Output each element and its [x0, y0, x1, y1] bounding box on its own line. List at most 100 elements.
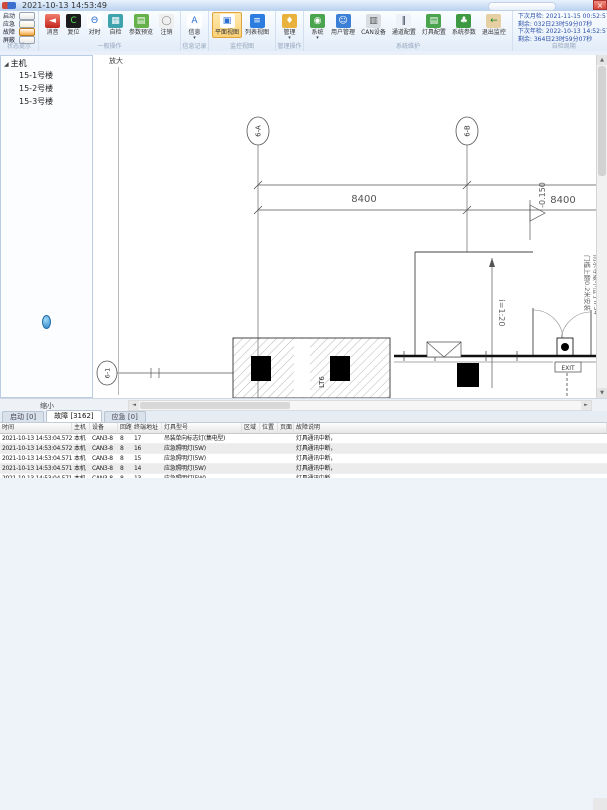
- reset-icon: C: [66, 14, 81, 28]
- scroll-up-arrow-icon[interactable]: ▲: [597, 55, 607, 65]
- table-cell: 应急照明灯(5W): [162, 464, 242, 473]
- button-label: 列表视图: [245, 29, 269, 36]
- table-cell: 应急照明灯(5W): [162, 454, 242, 463]
- splitter-handle[interactable]: [42, 315, 51, 329]
- clock-icon: Θ: [87, 14, 102, 28]
- table-row[interactable]: 2021-10-13 14:53:04.571本机CAN3-8813应急照明灯(…: [0, 474, 607, 478]
- ribbon-group: ♦管理▾管理操作: [276, 11, 304, 51]
- table-cell: [278, 444, 294, 453]
- column-section-right: [330, 356, 350, 381]
- manage-button[interactable]: ♦管理▾: [279, 12, 300, 42]
- button-label: 对时: [88, 29, 100, 36]
- table-row[interactable]: 2021-10-13 14:53:04.571本机CAN3-8814应急照明灯(…: [0, 464, 607, 474]
- column-header[interactable]: 区域: [242, 423, 260, 433]
- table-cell: 吊装单向标志灯(集电型): [162, 434, 242, 443]
- status-legend: 启动应急故障屏蔽: [3, 12, 35, 43]
- table-cell: 8: [118, 464, 132, 473]
- scroll-left-arrow-icon[interactable]: ◄: [129, 401, 139, 410]
- column-header[interactable]: 故障说明: [294, 423, 607, 433]
- system-button[interactable]: ◉系统▾: [307, 12, 328, 42]
- tree-root-label: 主机: [11, 59, 27, 68]
- system-icon: ◉: [310, 14, 325, 28]
- table-cell: 灯具通讯中断，: [294, 454, 607, 463]
- table-cell: CAN3-8: [90, 444, 118, 453]
- table-cell: 2021-10-13 14:53:04.572: [0, 444, 72, 453]
- ribbon-group: ▣平面视图≡列表视图监控视图: [209, 11, 276, 51]
- table-body: 2021-10-13 14:53:04.572本机CAN3-8817吊装单向标志…: [0, 434, 607, 478]
- table-cell: 13: [132, 474, 162, 478]
- system-param-button[interactable]: ♣系统参数: [449, 12, 479, 38]
- tree-item-building[interactable]: 15-3号楼: [1, 95, 92, 108]
- logout-button[interactable]: ◯注销: [156, 12, 177, 38]
- column-section-left: [251, 356, 271, 381]
- info-line: 剩余: 032日23时59分07秒: [518, 21, 607, 29]
- window-title: 2021-10-13 14:53:49: [22, 1, 107, 10]
- table-row[interactable]: 2021-10-13 14:53:04.572本机CAN3-8817吊装单向标志…: [0, 434, 607, 444]
- column-header[interactable]: 时间: [0, 423, 72, 433]
- column-header[interactable]: 灯具型号: [162, 423, 242, 433]
- exit-monitor-button[interactable]: ←退出监控: [479, 12, 509, 38]
- table-cell: 16: [132, 444, 162, 453]
- preview-button[interactable]: ▤参数预览: [126, 12, 156, 38]
- tree-item-building[interactable]: 15-1号楼: [1, 69, 92, 82]
- self-check-button[interactable]: ▦自检: [105, 12, 126, 38]
- table-cell: 15: [132, 454, 162, 463]
- channel-config-button[interactable]: ‖通道配置: [389, 12, 419, 38]
- can-device-button[interactable]: ▥CAN设备: [358, 12, 389, 38]
- column-header[interactable]: 位置: [260, 423, 278, 433]
- quick-access-area: [488, 2, 556, 11]
- plan-view-icon: ▣: [220, 14, 235, 28]
- exit-monitor-icon: ←: [486, 14, 501, 28]
- table-cell: [260, 474, 278, 478]
- legend-color-box: [19, 20, 35, 28]
- dimension-label-8400-left: 8400: [351, 194, 376, 205]
- tree-root-host[interactable]: ◢主机: [1, 56, 92, 69]
- tab[interactable]: 故障 [3162]: [46, 410, 102, 422]
- close-button[interactable]: ×: [593, 0, 607, 10]
- app-icon: [2, 2, 16, 9]
- table-cell: 2021-10-13 14:53:04.572: [0, 434, 72, 443]
- column-header[interactable]: 终端地址: [132, 423, 162, 433]
- user-manage-icon: ☺: [336, 14, 351, 28]
- vertical-scroll-thumb[interactable]: [598, 66, 606, 176]
- table-cell: [242, 434, 260, 443]
- tree-expand-icon[interactable]: ◢: [4, 61, 9, 68]
- table-row[interactable]: 2021-10-13 14:53:04.572本机CAN3-8816应急照明灯(…: [0, 444, 607, 454]
- tab[interactable]: 应急 [0]: [104, 411, 146, 422]
- legend-color-box: [19, 12, 35, 20]
- info-icon: A: [187, 14, 202, 28]
- plan-view-button[interactable]: ▣平面视图: [212, 12, 242, 38]
- zoom-in-button[interactable]: 放大: [109, 56, 123, 66]
- column-header[interactable]: 回路: [118, 423, 132, 433]
- zoom-slider-track[interactable]: [118, 67, 119, 395]
- preview-icon: ▤: [134, 14, 149, 28]
- clock-button[interactable]: Θ对时: [84, 12, 105, 38]
- column-header[interactable]: 主机: [72, 423, 90, 433]
- plan-drawing-canvas[interactable]: 放大 6-A 6-B 8400 8400 -0.150: [93, 55, 596, 398]
- table-cell: [278, 464, 294, 473]
- mute-button[interactable]: ◄消音: [42, 12, 63, 38]
- tree-item-building[interactable]: 15-2号楼: [1, 82, 92, 95]
- reset-button[interactable]: C复位: [63, 12, 84, 38]
- table-cell: 应急照明灯(5W): [162, 474, 242, 478]
- ribbon-group: A信息▾信息记录: [181, 11, 209, 51]
- table-row[interactable]: 2021-10-13 14:53:04.571本机CAN3-8815应急照明灯(…: [0, 454, 607, 464]
- table-cell: 8: [118, 444, 132, 453]
- scroll-down-arrow-icon[interactable]: ▼: [597, 388, 607, 398]
- floor-plan-drawing: 6-A 6-B 8400 8400 -0.150 i=1:20: [93, 55, 596, 398]
- ribbon-group: ◉系统▾☺用户管理▥CAN设备‖通道配置▤灯具配置♣系统参数←退出监控系统维护: [304, 11, 513, 51]
- note-line-1: 门槛上翻0.2米安装: [583, 255, 592, 311]
- horizontal-scroll-thumb[interactable]: [140, 402, 290, 409]
- ribbon-group-status: 启动应急故障屏蔽 状态提示: [0, 11, 39, 51]
- scroll-right-arrow-icon[interactable]: ►: [581, 401, 591, 410]
- lamp-config-button[interactable]: ▤灯具配置: [419, 12, 449, 38]
- vertical-scrollbar[interactable]: ▲ ▼: [596, 55, 607, 398]
- column-header[interactable]: 页面: [278, 423, 294, 433]
- user-manage-button[interactable]: ☺用户管理: [328, 12, 358, 38]
- horizontal-scrollbar[interactable]: ◄ ►: [128, 400, 592, 411]
- info-button[interactable]: A信息▾: [184, 12, 205, 42]
- mute-icon: ◄: [45, 14, 60, 28]
- list-view-button[interactable]: ≡列表视图: [242, 12, 272, 38]
- column-header[interactable]: 设备: [90, 423, 118, 433]
- tab[interactable]: 启动 [0]: [2, 411, 44, 422]
